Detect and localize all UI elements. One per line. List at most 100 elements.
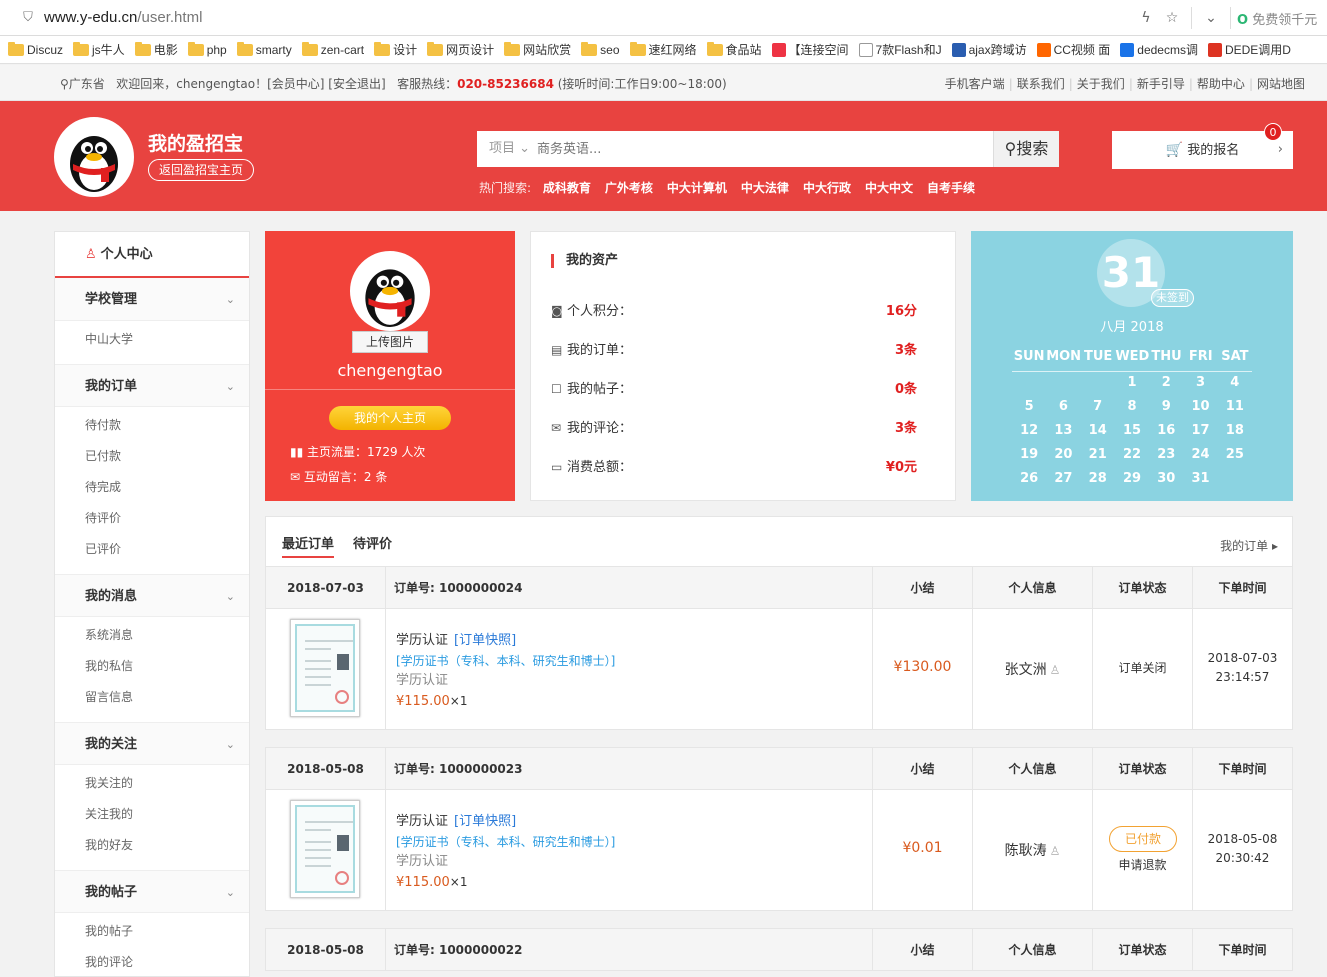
bookmark-item[interactable]: 食品站 [706,41,762,58]
back-home-link[interactable]: 返回盈招宝主页 [148,159,255,181]
tab-recent-orders[interactable]: 最近订单 [282,533,335,558]
my-orders-link[interactable]: 我的订单 ▸ [1220,537,1278,554]
calendar-day[interactable]: 30 [1149,467,1183,491]
sidebar-item[interactable]: 已付款 [55,444,249,475]
sidebar-group[interactable]: 学校管理 ⌄ [55,278,249,321]
topbar-link[interactable]: 手机客户端 [945,77,1005,91]
calendar-day[interactable]: 11 [1218,395,1252,419]
product-spec[interactable]: [学历证书（专科、本科、研究生和博士）] [396,651,615,671]
topbar-link[interactable]: 帮助中心 [1197,77,1245,91]
upload-image-button[interactable]: 上传图片 [352,331,428,353]
order-snapshot-link[interactable]: [订单快照] [454,814,516,829]
sidebar-header[interactable]: ♙ 个人中心 [55,232,249,278]
certificate-thumbnail[interactable] [290,800,360,898]
search-button[interactable]: ⚲搜索 [993,131,1059,167]
calendar-day[interactable]: 9 [1149,395,1183,419]
calendar-day[interactable]: 23 [1149,443,1183,467]
bookmark-item[interactable]: 电影 [134,41,178,58]
bookmark-item[interactable]: 网站欣赏 [504,41,571,58]
shield-icon[interactable]: ⛉ [20,10,36,26]
bookmark-item[interactable]: Discuz [8,41,63,57]
calendar-day[interactable]: 18 [1218,419,1252,443]
bookmark-item[interactable]: 7款Flash和J [858,41,942,58]
calendar-day[interactable]: 17 [1183,419,1217,443]
my-signup-button[interactable]: 🛒 我的报名 › 0 [1112,123,1293,169]
hot-keyword[interactable]: 中大行政 [803,181,851,195]
sidebar-item[interactable]: 待完成 [55,475,249,506]
hot-keyword[interactable]: 广外考核 [605,181,653,195]
calendar-day[interactable]: 7 [1081,395,1115,419]
calendar-day[interactable]: 22 [1115,443,1149,467]
bookmark-item[interactable]: 【连接空间 [771,41,849,58]
calendar-day[interactable]: 29 [1115,467,1149,491]
sidebar-item[interactable]: 留言信息 [55,685,249,716]
asset-row[interactable]: ▤ 我的订单： 3条 [551,339,927,359]
asset-row[interactable]: ◙ 个人积分： 16分 [551,300,927,320]
calendar-day[interactable]: 20 [1046,443,1080,467]
product-name[interactable]: 学历认证 [396,814,448,829]
calendar-day[interactable]: 2 [1149,371,1183,395]
sidebar-group[interactable]: 我的帖子 ⌄ [55,870,249,913]
calendar-day[interactable]: 21 [1081,443,1115,467]
chevron-down-icon[interactable]: ⌄ [1198,10,1224,26]
bookmark-item[interactable]: seo [581,41,620,57]
product-name[interactable]: 学历认证 [396,633,448,648]
bookmark-item[interactable]: DEDE调用D [1207,41,1291,58]
hot-keyword[interactable]: 成科教育 [543,181,591,195]
calendar-day[interactable]: 16 [1149,419,1183,443]
tab-pending-review[interactable]: 待评价 [353,533,392,556]
lightning-icon[interactable]: ϟ [1133,10,1159,26]
bookmark-item[interactable]: zen-cart [301,41,364,57]
calendar-day[interactable]: 31 [1183,467,1217,491]
person-info[interactable]: 张文洲 ♙ [973,659,1092,679]
calendar-day[interactable]: 8 [1115,395,1149,419]
refund-request-link[interactable]: 申请退款 [1093,856,1192,873]
sidebar-item[interactable]: 我的帖子 [55,919,249,950]
checkin-badge[interactable]: 未签到 [1151,289,1194,307]
free-promo-link[interactable]: O 免费领千元 [1237,9,1327,28]
profile-avatar[interactable] [350,251,430,331]
topbar-link[interactable]: 新手引导 [1137,77,1185,91]
sidebar-item[interactable]: 待评价 [55,506,249,537]
asset-row[interactable]: ✉ 我的评论： 3条 [551,417,927,437]
sidebar-item[interactable]: 我的好友 [55,833,249,864]
topbar-link[interactable]: 网站地图 [1257,77,1305,91]
sidebar-item[interactable]: 我的私信 [55,654,249,685]
bookmark-item[interactable]: smarty [236,41,292,57]
status-badge[interactable]: 已付款 [1109,826,1177,852]
calendar-day[interactable]: 19 [1012,443,1046,467]
calendar-day[interactable]: 26 [1012,467,1046,491]
sidebar-item[interactable]: 中山大学 [55,327,249,358]
sidebar-item[interactable]: 待付款 [55,413,249,444]
topbar-link[interactable]: 联系我们 [1017,77,1065,91]
hot-keyword[interactable]: 中大计算机 [667,181,727,195]
location-text[interactable]: 广东省 [69,77,105,91]
bookmark-item[interactable]: js牛人 [73,41,125,58]
person-info[interactable]: 陈耿涛 ♙ [973,840,1092,860]
sidebar-group[interactable]: 我的订单 ⌄ [55,364,249,407]
sidebar-group[interactable]: 我的关注 ⌄ [55,722,249,765]
hot-keyword[interactable]: 中大法律 [741,181,789,195]
bookmark-item[interactable]: ajax跨域访 [951,41,1027,58]
search-category-select[interactable]: 项目 ⌄ [477,131,537,167]
star-icon[interactable]: ☆ [1159,10,1185,26]
calendar-day[interactable]: 1 [1115,371,1149,395]
sidebar-item[interactable]: 关注我的 [55,802,249,833]
bookmark-item[interactable]: 速红网络 [629,41,697,58]
asset-row[interactable]: ☐ 我的帖子： 0条 [551,378,927,398]
topbar-link[interactable]: 关于我们 [1077,77,1125,91]
calendar-day[interactable]: 25 [1218,443,1252,467]
bookmark-item[interactable]: CC视频 面 [1036,41,1110,58]
calendar-day[interactable]: 12 [1012,419,1046,443]
bookmark-item[interactable]: dedecms调 [1120,41,1198,58]
calendar-day[interactable]: 15 [1115,419,1149,443]
calendar-day[interactable]: 28 [1081,467,1115,491]
calendar-day[interactable]: 13 [1046,419,1080,443]
sidebar-item[interactable]: 系统消息 [55,623,249,654]
calendar-day[interactable]: 5 [1012,395,1046,419]
asset-row[interactable]: ▭ 消费总额： ¥0元 [551,456,927,476]
calendar-day[interactable]: 14 [1081,419,1115,443]
order-snapshot-link[interactable]: [订单快照] [454,633,516,648]
hot-keyword[interactable]: 中大中文 [865,181,913,195]
welcome-text[interactable]: 欢迎回来，chengengtao！[会员中心] [安全退出] [116,77,385,91]
